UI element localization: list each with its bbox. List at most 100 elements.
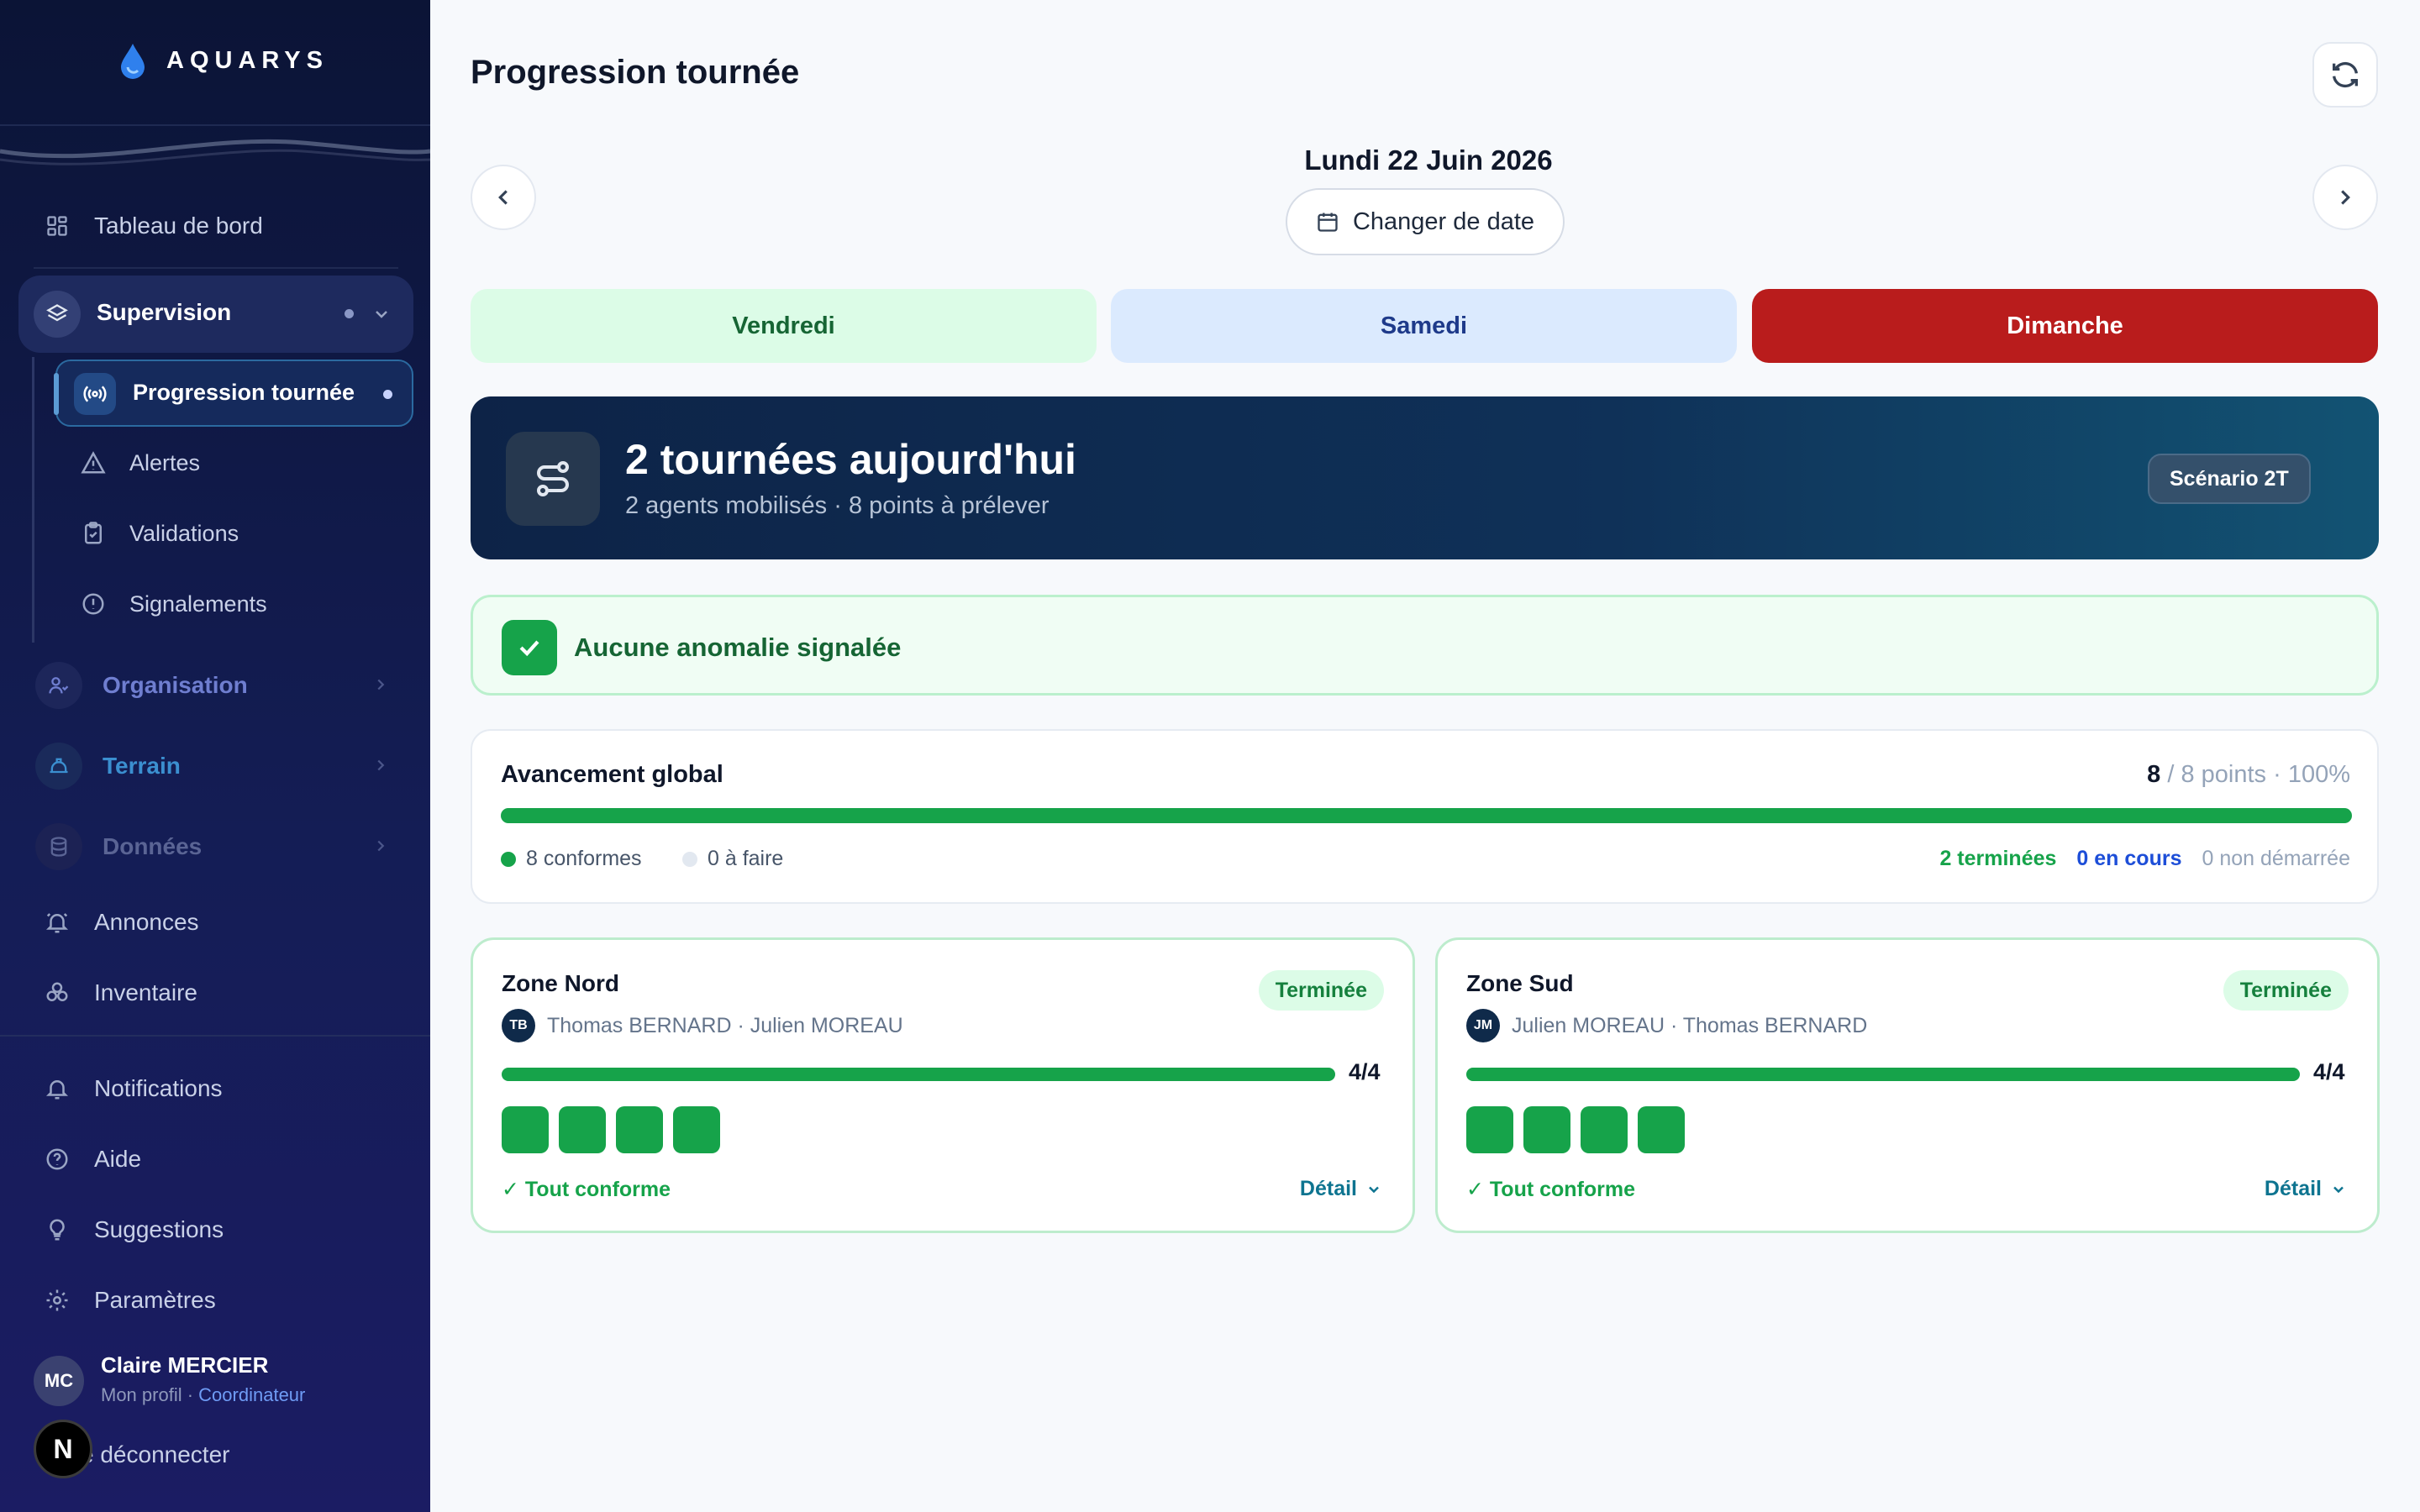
- sample-point[interactable]: [673, 1106, 720, 1153]
- zone-name: Zone Nord: [502, 970, 619, 996]
- zone-count: 4/4: [2313, 1059, 2345, 1084]
- avatar[interactable]: MC: [34, 1356, 84, 1406]
- day-tab-samedi[interactable]: Samedi: [1111, 289, 1737, 363]
- sidebar-item-progression[interactable]: Progression tournée: [54, 360, 413, 427]
- bell-icon: [44, 1075, 71, 1102]
- scenario-badge: Scénario 2T: [2148, 454, 2311, 504]
- status-badge: Terminée: [1258, 970, 1384, 1011]
- sidebar-group-organisation[interactable]: Organisation: [18, 654, 413, 717]
- progress-count: 8 / 8 points · 100%: [2147, 761, 2350, 789]
- user-meta: Mon profil · Coordinateur: [101, 1384, 305, 1406]
- chevron-right-icon: [2333, 185, 2358, 210]
- sample-points: [502, 1106, 720, 1153]
- sidebar-item-label: Alertes: [129, 449, 201, 475]
- sidebar-item-label: Signalements: [129, 591, 267, 617]
- green-dot: [501, 851, 516, 867]
- sample-point[interactable]: [1466, 1106, 1513, 1153]
- sidebar-item-inventaire[interactable]: Inventaire: [34, 968, 413, 1018]
- legend-label: 0 à faire: [708, 847, 784, 870]
- layers-icon: [34, 291, 81, 338]
- sidebar-item-label: Validations: [129, 520, 239, 546]
- sidebar-item-alertes[interactable]: Alertes: [81, 438, 200, 488]
- detail-label: Détail: [2264, 1177, 2322, 1200]
- sidebar-item-label: Tableau de bord: [94, 213, 263, 239]
- refresh-icon: [2328, 58, 2362, 92]
- sidebar-item-dashboard[interactable]: Tableau de bord: [34, 201, 413, 251]
- chevron-down-icon: [371, 304, 392, 324]
- alert-circle-icon: [81, 591, 106, 617]
- sidebar-item-label: Notifications: [94, 1075, 223, 1101]
- detail-button[interactable]: Détail: [1300, 1177, 1382, 1201]
- sidebar-group-supervision[interactable]: Supervision: [18, 276, 413, 353]
- change-date-button[interactable]: Changer de date: [1286, 188, 1565, 255]
- wave-decoration: [0, 139, 430, 165]
- global-progress-card: Avancement global 8 / 8 points · 100% 8 …: [471, 729, 2379, 904]
- chevron-right-icon: [371, 756, 390, 774]
- anomaly-banner: Aucune anomalie signalée: [471, 595, 2379, 696]
- sample-point[interactable]: [1638, 1106, 1685, 1153]
- user-name[interactable]: Claire MERCIER: [101, 1352, 268, 1378]
- helmet-icon: [35, 743, 82, 790]
- sample-point[interactable]: [502, 1106, 549, 1153]
- check-icon: [502, 620, 557, 675]
- summary-banner: 2 tournées aujourd'hui 2 agents mobilisé…: [471, 396, 2379, 559]
- user-role: Coordinateur: [198, 1384, 306, 1405]
- legend-a-faire: 0 à faire: [682, 847, 783, 871]
- progress-title: Avancement global: [501, 761, 723, 788]
- conform-label: ✓ Tout conforme: [502, 1178, 671, 1201]
- sidebar-item-aide[interactable]: Aide: [34, 1134, 413, 1184]
- floating-badge[interactable]: N: [34, 1420, 92, 1478]
- legend-label: 8 conformes: [526, 847, 642, 870]
- next-day-button[interactable]: [2312, 165, 2378, 230]
- logout-button[interactable]: e déconnecter: [81, 1441, 229, 1468]
- sample-point[interactable]: [1581, 1106, 1628, 1153]
- sidebar-item-annonces[interactable]: Annonces: [34, 897, 413, 948]
- gear-icon: [44, 1287, 71, 1314]
- sidebar-item-label: Aide: [94, 1146, 142, 1172]
- detail-label: Détail: [1299, 1177, 1357, 1200]
- profile-link[interactable]: Mon profil: [101, 1384, 182, 1405]
- chevron-right-icon: [371, 675, 390, 694]
- separator: ·: [187, 1384, 199, 1405]
- clipboard-check-icon: [81, 521, 106, 546]
- sidebar: AQUARYS Tableau de bord Supervision Prog…: [0, 0, 430, 1512]
- zone-progress-track: [502, 1068, 1335, 1081]
- sample-points: [1466, 1106, 1685, 1153]
- sidebar-item-label: Suggestions: [94, 1216, 224, 1242]
- zone-agents: TB Thomas BERNARD · Julien MOREAU: [502, 1009, 903, 1042]
- detail-button[interactable]: Détail: [2265, 1177, 2347, 1201]
- sidebar-group-donnees[interactable]: Données: [18, 815, 413, 879]
- status-summary: 2 terminées 0 en cours 0 non démarrée: [1939, 847, 2350, 871]
- sidebar-item-parametres[interactable]: Paramètres: [34, 1275, 413, 1326]
- sidebar-item-validations[interactable]: Validations: [81, 508, 239, 559]
- help-circle-icon: [44, 1146, 71, 1173]
- sidebar-item-signalements[interactable]: Signalements: [81, 579, 267, 629]
- chevron-left-icon: [491, 185, 516, 210]
- anomaly-text: Aucune anomalie signalée: [574, 633, 902, 662]
- sample-point[interactable]: [1523, 1106, 1570, 1153]
- en-cours-count: 0 en cours: [2076, 847, 2182, 870]
- app-logo[interactable]: AQUARYS: [118, 42, 329, 79]
- sample-point[interactable]: [559, 1106, 606, 1153]
- avatar: TB: [502, 1009, 535, 1042]
- sidebar-group-label: Terrain: [103, 753, 181, 779]
- refresh-button[interactable]: [2312, 42, 2378, 108]
- change-date-label: Changer de date: [1352, 207, 1535, 235]
- grey-dot: [682, 851, 697, 867]
- sample-point[interactable]: [616, 1106, 663, 1153]
- sidebar-group-label: Organisation: [103, 672, 248, 698]
- progress-rest: / 8 points · 100%: [2167, 761, 2350, 788]
- divider: [34, 267, 398, 269]
- status-badge: Terminée: [2223, 970, 2349, 1011]
- day-tab-dimanche[interactable]: Dimanche: [1752, 289, 2378, 363]
- app-name: AQUARYS: [166, 46, 329, 74]
- sidebar-group-terrain[interactable]: Terrain: [18, 734, 413, 798]
- day-tab-vendredi[interactable]: Vendredi: [471, 289, 1097, 363]
- progress-track: [501, 808, 2352, 823]
- sidebar-item-suggestions[interactable]: Suggestions: [34, 1205, 413, 1255]
- bell-ring-icon: [44, 909, 71, 936]
- prev-day-button[interactable]: [471, 165, 536, 230]
- tree-line: [32, 357, 34, 643]
- sidebar-item-notifications[interactable]: Notifications: [34, 1063, 413, 1114]
- zone-name: Zone Sud: [1466, 970, 1574, 996]
